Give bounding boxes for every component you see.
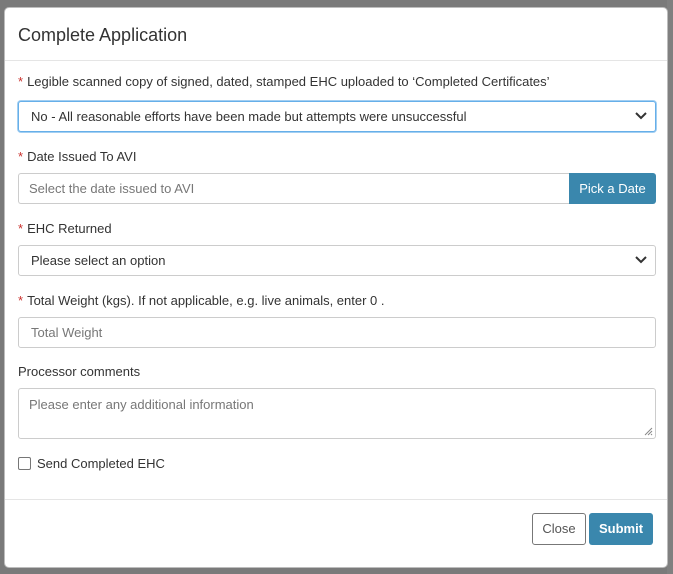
certificate-select[interactable]: No - All reasonable efforts have been ma… — [18, 101, 656, 132]
comments-placeholder: Please enter any additional information — [29, 397, 254, 412]
required-marker: * — [18, 149, 24, 164]
modal-footer: Close Submit — [5, 500, 667, 567]
certificate-label-text: Legible scanned copy of signed, dated, s… — [27, 74, 550, 89]
ehc-returned-label: * EHC Returned — [18, 221, 112, 237]
total-weight-label: * Total Weight (kgs). If not applicable, … — [18, 293, 385, 309]
total-weight-label-text: Total Weight (kgs). If not applicable, e… — [27, 293, 385, 308]
modal-title: Complete Application — [18, 25, 188, 45]
send-completed-ehc-checkbox[interactable] — [18, 457, 31, 470]
send-completed-ehc-label[interactable]: Send Completed EHC — [37, 456, 165, 472]
ehc-returned-select-value: Please select an option — [31, 253, 166, 268]
certificate-select-value: No - All reasonable efforts have been ma… — [31, 109, 467, 124]
comments-label: Processor comments — [18, 364, 141, 379]
required-marker: * — [18, 221, 24, 236]
pick-date-button[interactable]: Pick a Date — [569, 173, 656, 204]
resize-grip-icon[interactable] — [644, 427, 653, 436]
required-marker: * — [18, 293, 24, 308]
date-issued-input[interactable]: Select the date issued to AVI — [18, 173, 570, 204]
chevron-down-icon — [635, 256, 647, 264]
submit-button[interactable]: Submit — [589, 513, 653, 545]
close-button[interactable]: Close — [532, 513, 586, 545]
required-marker: * — [18, 74, 24, 89]
date-issued-label: * Date Issued To AVI — [18, 149, 136, 165]
chevron-down-icon — [635, 112, 647, 120]
ehc-returned-label-text: EHC Returned — [27, 221, 112, 236]
modal-body: * Legible scanned copy of signed, dated, … — [5, 61, 667, 500]
total-weight-input[interactable]: Total Weight — [18, 317, 656, 348]
ehc-returned-select[interactable]: Please select an option — [18, 245, 656, 276]
complete-application-dialog: Complete Application * Legible scanned co… — [4, 7, 668, 568]
processor-comments-textarea[interactable]: Please enter any additional information — [18, 388, 656, 439]
date-issued-label-text: Date Issued To AVI — [27, 149, 137, 164]
modal-header: Complete Application — [5, 8, 667, 61]
certificate-label: * Legible scanned copy of signed, dated, … — [18, 74, 550, 90]
